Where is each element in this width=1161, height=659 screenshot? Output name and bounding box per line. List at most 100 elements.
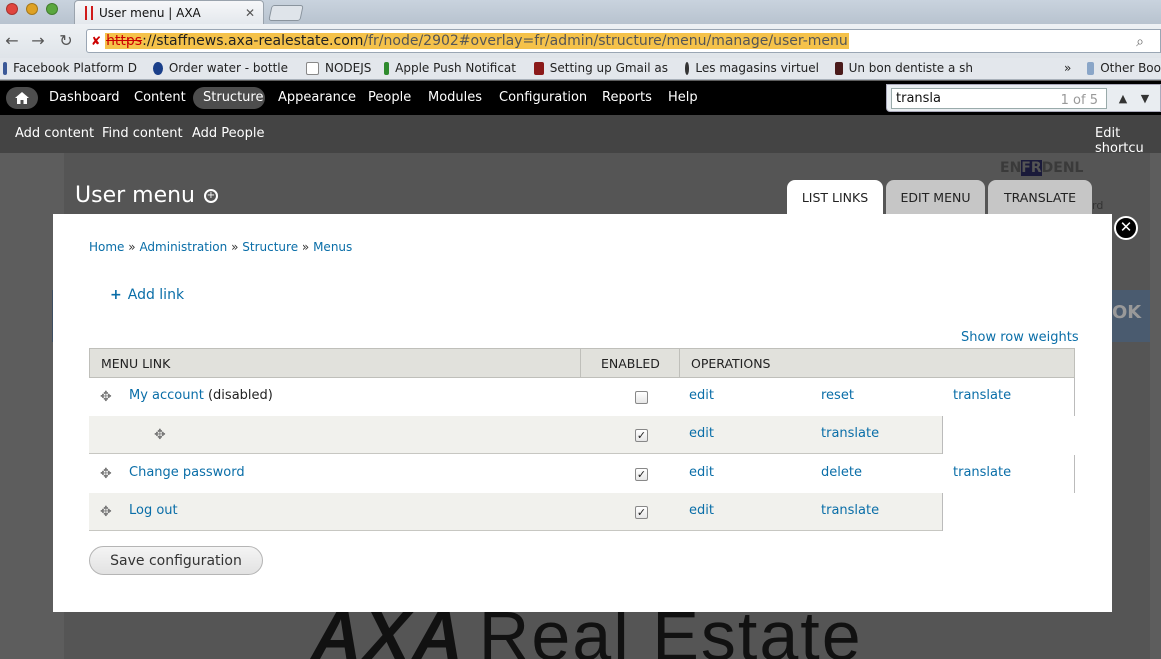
menu-reports[interactable]: Reports xyxy=(602,90,652,105)
add-shortcut-icon[interactable]: + xyxy=(204,189,218,203)
table-header: MENU LINK ENABLED OPERATIONS xyxy=(89,348,1075,378)
new-tab-button[interactable] xyxy=(268,5,304,21)
shortcut-find-content[interactable]: Find content xyxy=(102,126,183,141)
address-bar[interactable]: ✘ https://staffnews.axa-realestate.com/f… xyxy=(86,29,1161,53)
lang-en[interactable]: EN xyxy=(1000,160,1021,176)
menu-link-my-account[interactable]: My account xyxy=(129,388,204,403)
home-button[interactable] xyxy=(6,87,38,109)
overlay-close-icon[interactable]: ✕ xyxy=(1114,216,1138,240)
find-count: 1 of 5 xyxy=(1060,93,1098,108)
menu-configuration[interactable]: Configuration xyxy=(499,90,587,105)
shield-icon xyxy=(534,61,544,75)
menu-modules[interactable]: Modules xyxy=(428,90,482,105)
add-link-label[interactable]: Add link xyxy=(128,287,184,303)
breadcrumb-separator: » xyxy=(231,240,239,254)
menu-content[interactable]: Content xyxy=(134,90,186,105)
find-input[interactable]: transla 1 of 5 xyxy=(891,88,1107,109)
edit-link[interactable]: edit xyxy=(689,503,714,518)
bookmark-label: Facebook Platform D xyxy=(13,61,137,75)
other-bookmarks[interactable]: Other Boo xyxy=(1087,61,1161,75)
tab-edit-menu[interactable]: EDIT MENU xyxy=(886,180,985,214)
forward-arrow-icon[interactable]: → xyxy=(28,31,48,50)
zoom-window-icon[interactable] xyxy=(46,3,58,15)
shortcut-bar: Add content Find content Add People Edit… xyxy=(0,115,1161,156)
drag-handle-icon[interactable]: ✥ xyxy=(100,466,112,482)
add-link-action[interactable]: + Add link xyxy=(110,287,184,303)
url-text: https://staffnews.axa-realestate.com/fr/… xyxy=(105,33,849,49)
minimize-window-icon[interactable] xyxy=(26,3,38,15)
bookmark-label: Setting up Gmail as xyxy=(549,61,668,75)
drag-handle-icon[interactable]: ✥ xyxy=(154,427,166,443)
tab-list-links[interactable]: LIST LINKS xyxy=(787,180,883,214)
bookmark-item[interactable]: Setting up Gmail as xyxy=(534,61,668,75)
breadcrumb-administration[interactable]: Administration xyxy=(139,240,227,254)
tab-translate[interactable]: TRANSLATE xyxy=(988,180,1092,214)
find-query: transla xyxy=(896,91,941,106)
translate-link[interactable]: translate xyxy=(821,503,879,518)
header-enabled: ENABLED xyxy=(601,356,660,371)
edit-link[interactable]: edit xyxy=(689,465,714,480)
round-logo-icon xyxy=(685,61,690,75)
bookmark-label: Apple Push Notificat xyxy=(395,61,516,75)
close-window-icon[interactable] xyxy=(6,3,18,15)
breadcrumb-structure[interactable]: Structure xyxy=(242,240,298,254)
plus-icon: + xyxy=(110,287,122,303)
translate-link[interactable]: translate xyxy=(953,388,1011,403)
bookmark-item[interactable]: Order water - bottle xyxy=(153,61,288,75)
bookmarks-overflow-button[interactable]: » xyxy=(1064,61,1071,75)
ssl-warning-icon[interactable]: ✘ xyxy=(91,34,101,48)
enabled-checkbox[interactable]: ✓ xyxy=(635,429,648,442)
show-row-weights-link[interactable]: Show row weights xyxy=(961,330,1079,345)
bookmark-item[interactable]: Apple Push Notificat xyxy=(384,61,516,75)
find-next-icon[interactable]: ▼ xyxy=(1135,89,1155,109)
menu-dashboard[interactable]: Dashboard xyxy=(49,90,120,105)
enabled-checkbox[interactable] xyxy=(635,391,648,404)
breadcrumb-menus[interactable]: Menus xyxy=(313,240,352,254)
table-row: ✥ Log out ✓ edit translate xyxy=(89,493,943,531)
table-row: ✥ My account (disabled) edit reset trans… xyxy=(89,378,1075,416)
edit-link[interactable]: edit xyxy=(689,426,714,441)
bookmark-item[interactable]: Facebook Platform D xyxy=(3,61,137,75)
shortcut-add-content[interactable]: Add content xyxy=(15,126,94,141)
bookmark-label: Order water - bottle xyxy=(168,61,288,75)
drag-handle-icon[interactable]: ✥ xyxy=(100,504,112,520)
menu-link-log-out[interactable]: Log out xyxy=(129,503,178,518)
table-row: ✥ Change password ✓ edit delete translat… xyxy=(89,455,1075,493)
edit-shortcuts-link[interactable]: Edit shortcu xyxy=(1095,126,1161,156)
translate-link[interactable]: translate xyxy=(821,426,879,441)
translate-link[interactable]: translate xyxy=(953,465,1011,480)
magnifier-icon[interactable]: ⌕ xyxy=(1136,34,1144,50)
bookmark-item[interactable]: Les magasins virtuel xyxy=(685,61,819,75)
find-previous-icon[interactable]: ▲ xyxy=(1113,89,1133,109)
find-bar: transla 1 of 5 ▲ ▼ xyxy=(886,84,1161,112)
reload-icon[interactable]: ↻ xyxy=(56,31,76,50)
enabled-checkbox[interactable]: ✓ xyxy=(635,506,648,519)
menu-people[interactable]: People xyxy=(368,90,411,105)
drag-handle-icon[interactable]: ✥ xyxy=(100,389,112,405)
url-scheme: https xyxy=(106,33,143,49)
delete-link[interactable]: delete xyxy=(821,465,862,480)
menu-structure[interactable]: Structure xyxy=(203,90,263,105)
bookmark-item[interactable]: NODEJS xyxy=(306,61,376,75)
save-configuration-button[interactable]: Save configuration xyxy=(89,546,263,575)
breadcrumb: Home » Administration » Structure » Menu… xyxy=(89,240,352,254)
table-row: ✥ ✓ edit translate xyxy=(89,416,943,454)
background-text-fragment: rd xyxy=(1092,199,1104,212)
lang-de[interactable]: DE xyxy=(1042,160,1063,176)
bookmark-item[interactable]: Un bon dentiste a sh xyxy=(835,61,973,75)
back-arrow-icon[interactable]: ← xyxy=(2,31,22,50)
browser-tab-title: User menu | AXA xyxy=(99,5,201,20)
menu-help[interactable]: Help xyxy=(668,90,698,105)
reset-link[interactable]: reset xyxy=(821,388,854,403)
menu-link-change-password[interactable]: Change password xyxy=(129,465,245,480)
breadcrumb-home[interactable]: Home xyxy=(89,240,124,254)
menu-appearance[interactable]: Appearance xyxy=(278,90,356,105)
lang-fr[interactable]: FR xyxy=(1021,160,1042,176)
shortcut-add-people[interactable]: Add People xyxy=(192,126,265,141)
lang-nl[interactable]: NL xyxy=(1063,160,1084,176)
close-tab-icon[interactable]: ✕ xyxy=(245,6,255,20)
header-menu-link: MENU LINK xyxy=(101,356,171,371)
browser-tab[interactable]: User menu | AXA ✕ xyxy=(74,0,264,24)
edit-link[interactable]: edit xyxy=(689,388,714,403)
enabled-checkbox[interactable]: ✓ xyxy=(635,468,648,481)
